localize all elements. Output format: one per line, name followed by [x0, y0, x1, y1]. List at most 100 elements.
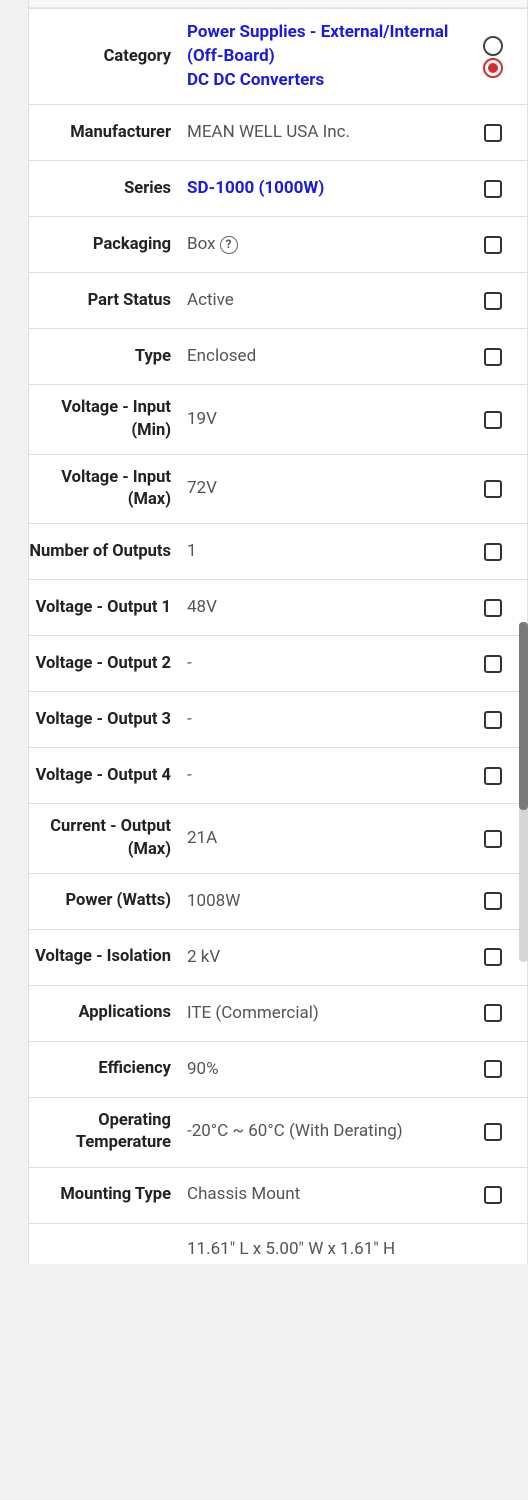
radio-unselected[interactable]	[483, 36, 503, 56]
spec-row: CategoryPower Supplies - External/Intern…	[29, 8, 527, 105]
spec-row: Voltage - Output 3-	[29, 692, 527, 748]
spec-value: 11.61" L x 5.00" W x 1.61" H	[187, 1238, 471, 1262]
spec-value: 48V	[187, 596, 471, 620]
spec-label: Type	[29, 346, 187, 368]
spec-row: Voltage - Isolation2 kV	[29, 930, 527, 986]
spec-row: Voltage - Output 2-	[29, 636, 527, 692]
filter-checkbox[interactable]	[484, 948, 502, 966]
spec-label: Manufacturer	[29, 122, 187, 144]
row-controls	[471, 236, 515, 254]
filter-checkbox[interactable]	[484, 1060, 502, 1078]
filter-checkbox[interactable]	[484, 711, 502, 729]
spec-value: -	[187, 652, 471, 676]
spec-value: 90%	[187, 1058, 471, 1082]
row-controls	[471, 948, 515, 966]
spec-label: Mounting Type	[29, 1184, 187, 1206]
filter-checkbox[interactable]	[484, 1123, 502, 1141]
spec-row: ManufacturerMEAN WELL USA Inc.	[29, 105, 527, 161]
spec-value: MEAN WELL USA Inc.	[187, 121, 471, 145]
row-controls	[471, 411, 515, 429]
spec-label: Part Status	[29, 290, 187, 312]
scrollbar-thumb[interactable]	[519, 622, 528, 810]
spec-label: Voltage - Input (Min)	[29, 397, 187, 442]
spec-value-link[interactable]: Power Supplies - External/Internal (Off-…	[187, 21, 471, 92]
filter-checkbox[interactable]	[484, 411, 502, 429]
spec-row: Voltage - Input (Max)72V	[29, 455, 527, 525]
spec-row: Number of Outputs1	[29, 524, 527, 580]
row-controls	[471, 1060, 515, 1078]
filter-checkbox[interactable]	[484, 767, 502, 785]
spec-label: Applications	[29, 1002, 187, 1024]
row-controls	[471, 36, 515, 78]
spec-value: 72V	[187, 477, 471, 501]
spec-value: Active	[187, 289, 471, 313]
filter-checkbox[interactable]	[484, 892, 502, 910]
row-controls	[471, 543, 515, 561]
filter-checkbox[interactable]	[484, 655, 502, 673]
radio-selected[interactable]	[483, 58, 503, 78]
spec-label: Packaging	[29, 234, 187, 256]
spec-value: -	[187, 708, 471, 732]
spec-label: Number of Outputs	[29, 541, 187, 563]
row-controls	[471, 655, 515, 673]
spec-label: Series	[29, 178, 187, 200]
row-controls	[471, 1004, 515, 1022]
row-controls	[471, 124, 515, 142]
filter-checkbox[interactable]	[484, 599, 502, 617]
spec-label: Efficiency	[29, 1058, 187, 1080]
spec-row: Efficiency90%	[29, 1042, 527, 1098]
filter-checkbox[interactable]	[484, 180, 502, 198]
row-controls	[471, 1186, 515, 1204]
spec-row: PackagingBox?	[29, 217, 527, 273]
spec-label: Voltage - Output 4	[29, 765, 187, 787]
spec-value-link[interactable]: SD-1000 (1000W)	[187, 177, 471, 201]
spec-row: Current - Output (Max)21A	[29, 804, 527, 874]
filter-checkbox[interactable]	[484, 543, 502, 561]
spec-value: 1	[187, 540, 471, 564]
spec-row: Voltage - Output 4-	[29, 748, 527, 804]
spec-row: TypeEnclosed	[29, 329, 527, 385]
filter-checkbox[interactable]	[484, 1186, 502, 1204]
row-controls	[471, 180, 515, 198]
row-controls	[471, 480, 515, 498]
spec-label: Voltage - Input (Max)	[29, 467, 187, 512]
row-controls	[471, 767, 515, 785]
spec-row: Voltage - Output 148V	[29, 580, 527, 636]
spec-value: Enclosed	[187, 345, 471, 369]
filter-checkbox[interactable]	[484, 1004, 502, 1022]
spec-label: Voltage - Isolation	[29, 946, 187, 968]
spec-label: Voltage - Output 3	[29, 709, 187, 731]
spec-value: ITE (Commercial)	[187, 1002, 471, 1026]
spec-row: 11.61" L x 5.00" W x 1.61" H	[29, 1224, 527, 1264]
spec-value: -	[187, 764, 471, 788]
spec-row: SeriesSD-1000 (1000W)	[29, 161, 527, 217]
filter-checkbox[interactable]	[484, 480, 502, 498]
row-controls	[471, 830, 515, 848]
spec-label: Operating Temperature	[29, 1110, 187, 1155]
spec-row: Part StatusActive	[29, 273, 527, 329]
row-controls	[471, 348, 515, 366]
spec-label: Voltage - Output 2	[29, 653, 187, 675]
spec-row: Operating Temperature-20°C ~ 60°C (With …	[29, 1098, 527, 1168]
spec-value: Box?	[187, 233, 471, 257]
spec-value: 1008W	[187, 890, 471, 914]
filter-checkbox[interactable]	[484, 124, 502, 142]
spec-row: Power (Watts)1008W	[29, 874, 527, 930]
spec-value: -20°C ~ 60°C (With Derating)	[187, 1120, 471, 1144]
row-controls	[471, 892, 515, 910]
spec-value: 2 kV	[187, 946, 471, 970]
table-top-edge	[29, 0, 527, 8]
row-controls	[471, 711, 515, 729]
row-controls	[471, 292, 515, 310]
spec-label: Current - Output (Max)	[29, 816, 187, 861]
filter-checkbox[interactable]	[484, 236, 502, 254]
spec-label: Voltage - Output 1	[29, 597, 187, 619]
filter-checkbox[interactable]	[484, 348, 502, 366]
spec-label: Power (Watts)	[29, 890, 187, 912]
spec-value: Chassis Mount	[187, 1183, 471, 1207]
spec-row: Voltage - Input (Min)19V	[29, 385, 527, 455]
filter-checkbox[interactable]	[484, 830, 502, 848]
help-icon[interactable]: ?	[220, 236, 238, 254]
spec-value: 21A	[187, 827, 471, 851]
filter-checkbox[interactable]	[484, 292, 502, 310]
